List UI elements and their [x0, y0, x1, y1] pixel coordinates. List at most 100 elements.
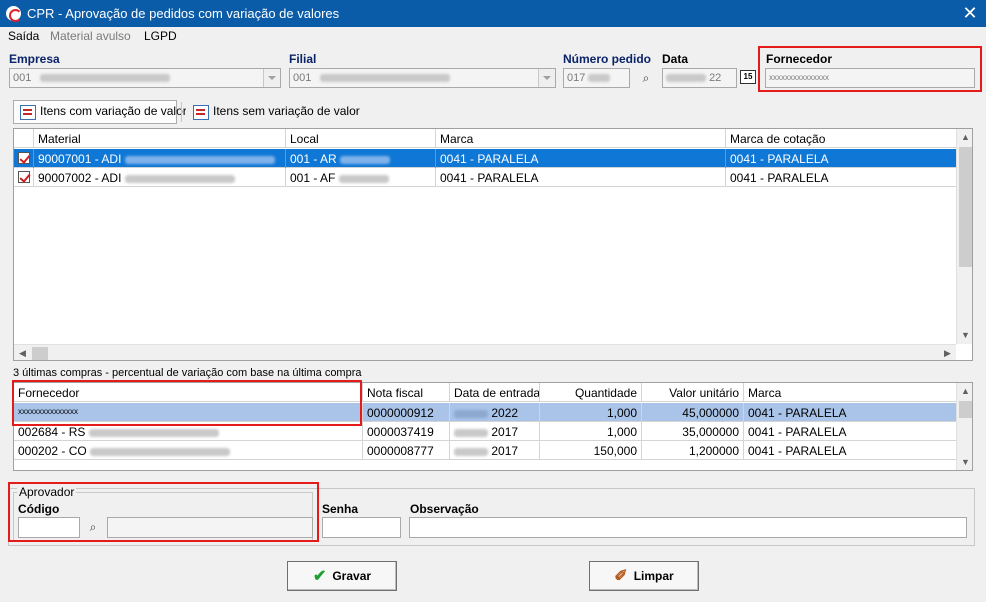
row-checkbox-cell [14, 168, 34, 187]
limpar-button[interactable]: ✐ Limpar [589, 561, 699, 591]
cell-marca: 0041 - PARALELA [748, 406, 847, 420]
filial-select[interactable]: 001 [289, 68, 556, 88]
scroll-up-icon[interactable]: ▲ [957, 383, 972, 400]
title-bar: CPR - Aprovação de pedidos com variação … [0, 0, 986, 27]
observacao-input[interactable] [409, 517, 967, 538]
redacted-text [124, 155, 275, 164]
table-row[interactable]: 000202 - CO 0000008777 2017 150,000 1,20… [14, 441, 956, 460]
cell-material-value: 90007002 - ADI [38, 171, 122, 185]
col-marca-cotacao[interactable]: Marca de cotação [726, 129, 956, 148]
horizontal-scrollbar[interactable]: ◀ ▶ [14, 344, 956, 360]
tab-label: Itens com variação de valor [40, 104, 187, 118]
menu-lgpd[interactable]: LGPD [144, 29, 177, 43]
scroll-thumb[interactable] [32, 347, 48, 360]
col-quantidade[interactable]: Quantidade [540, 383, 642, 402]
tab-itens-com-variacao[interactable]: Itens com variação de valor [13, 100, 187, 124]
col-valor-unitario[interactable]: Valor unitário [642, 383, 744, 402]
empresa-label: Empresa [9, 52, 60, 66]
col-marca[interactable]: Marca [436, 129, 726, 148]
redacted-text [88, 428, 219, 437]
cell-local: 001 - AR [286, 149, 436, 168]
checkmark-icon: ✔ [312, 567, 327, 585]
col-local[interactable]: Local [286, 129, 436, 148]
scroll-down-icon[interactable]: ▼ [957, 327, 972, 344]
fornecedor-label: Fornecedor [766, 52, 833, 66]
cell-material: 90007001 - ADI [34, 149, 286, 168]
cell-nota: 0000008777 [363, 441, 450, 460]
calendar-icon[interactable]: 15 [740, 70, 756, 84]
cell-marca: 0041 - PARALELA [748, 425, 847, 439]
col-nota-fiscal[interactable]: Nota fiscal [363, 383, 450, 402]
numero-pedido-label: Número pedido [563, 52, 652, 66]
menu-saida[interactable]: Saída [8, 29, 39, 43]
cell-material: 90007002 - ADI [34, 168, 286, 187]
cell-data: 2017 [450, 422, 540, 441]
cell-valor: 35,000000 [642, 422, 744, 441]
filial-value: 001 [293, 72, 312, 84]
filial-label: Filial [289, 52, 317, 66]
gravar-button[interactable]: ✔ Gravar [287, 561, 397, 591]
cell-marca: 0041 - PARALELA [436, 149, 726, 168]
cell-marca-cotacao: 0041 - PARALELA [730, 152, 829, 166]
cell-marca: 0041 - PARALELA [748, 444, 847, 458]
close-icon[interactable]: ✕ [958, 2, 982, 24]
cell-data: 2017 [450, 441, 540, 460]
redacted-text [90, 447, 231, 456]
cell-local-value: 001 - AR [290, 152, 337, 166]
history-caption: 3 últimas compras - percentual de variaç… [13, 367, 362, 379]
senha-label: Senha [322, 502, 359, 516]
menu-material-avulso[interactable]: Material avulso [50, 29, 131, 43]
limpar-label: Limpar [633, 569, 674, 583]
chevron-down-icon[interactable] [538, 69, 555, 87]
col-material[interactable]: Material [34, 129, 286, 148]
tab-label: Itens sem variação de valor [213, 104, 360, 118]
tab-separator [181, 102, 182, 122]
redacted-text [666, 74, 706, 83]
vertical-scrollbar[interactable]: ▲ ▼ [956, 129, 972, 344]
scroll-right-icon[interactable]: ▶ [939, 345, 956, 360]
gravar-label: Gravar [332, 569, 372, 583]
checkbox[interactable] [18, 152, 30, 164]
scroll-left-icon[interactable]: ◀ [14, 345, 31, 360]
data-field[interactable]: 22 [662, 68, 737, 88]
cell-valor: 45,000000 [642, 403, 744, 422]
empresa-select[interactable]: 001 [9, 68, 281, 88]
header-cell [14, 129, 34, 148]
cell-valor: 1,200000 [642, 441, 744, 460]
table-row[interactable]: 90007002 - ADI 001 - AF 0041 - PARALELA … [14, 168, 956, 187]
redacted-text [454, 428, 488, 437]
numero-pedido-field[interactable]: 017 [563, 68, 630, 88]
binoculars-icon[interactable]: ⌕ [637, 69, 655, 87]
aprovador-highlight [8, 482, 319, 542]
cell-data-value: 2017 [491, 444, 519, 458]
vertical-scrollbar[interactable]: ▲ ▼ [956, 383, 972, 470]
redacted-text [588, 74, 611, 83]
numero-pedido-value: 017 [567, 72, 586, 84]
chevron-down-icon[interactable] [263, 69, 280, 87]
data-value: 22 [709, 72, 722, 84]
cell-qtd: 1,000 [540, 422, 642, 441]
app-logo-icon [6, 6, 22, 22]
cell-data: 2022 [450, 403, 540, 422]
cell-material-value: 90007001 - ADI [38, 152, 122, 166]
scroll-thumb[interactable] [959, 401, 972, 418]
data-label: Data [662, 52, 689, 66]
redacted-text [124, 174, 235, 183]
fornecedor-field[interactable]: xxxxxxxxxxxxxxx [765, 68, 975, 88]
scroll-up-icon[interactable]: ▲ [957, 129, 972, 146]
redacted-text [340, 155, 391, 164]
redacted-text [454, 447, 488, 456]
senha-input[interactable] [322, 517, 401, 538]
table-row[interactable]: 90007001 - ADI 001 - AR 0041 - PARALELA … [14, 149, 956, 168]
broom-icon: ✐ [614, 567, 628, 585]
cell-qtd: 150,000 [540, 441, 642, 460]
redacted-text [40, 74, 171, 83]
tab-itens-sem-variacao[interactable]: Itens sem variação de valor [186, 100, 360, 124]
empresa-value: 001 [13, 72, 32, 84]
checkbox[interactable] [18, 171, 30, 183]
col-marca[interactable]: Marca [744, 383, 956, 402]
scroll-thumb[interactable] [959, 147, 972, 267]
col-data-entrada[interactable]: Data de entrada [450, 383, 540, 402]
scroll-down-icon[interactable]: ▼ [957, 454, 972, 470]
redacted-text [338, 174, 389, 183]
